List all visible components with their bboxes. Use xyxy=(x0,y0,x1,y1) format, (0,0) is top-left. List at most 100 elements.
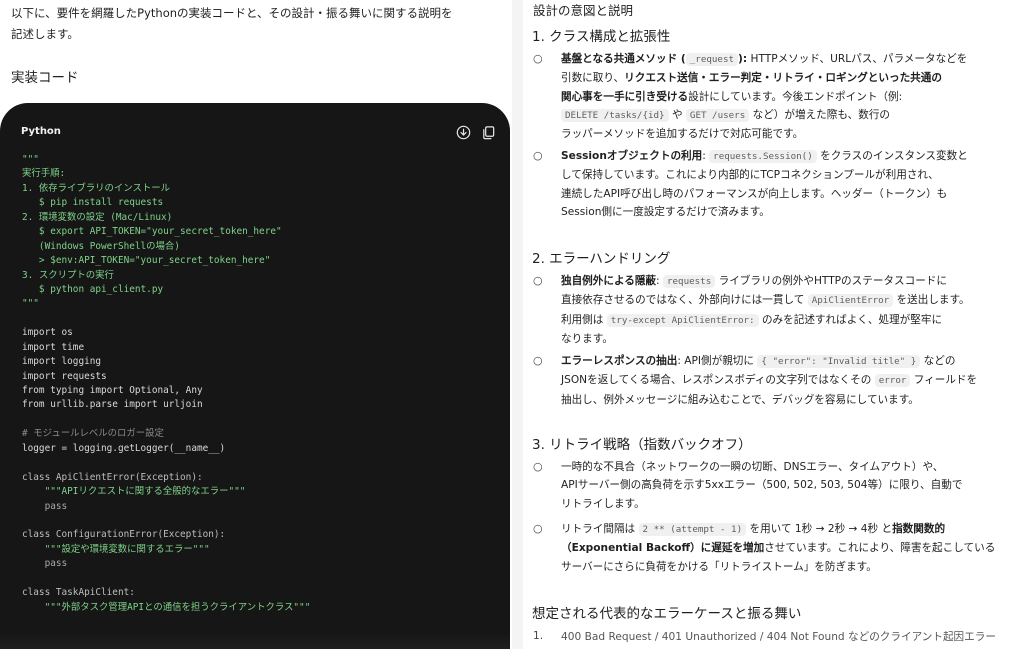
s3b1-t3: リトライします。 xyxy=(561,497,645,510)
code-line: """APIリクエストに関する全般的なエラー""" xyxy=(22,486,246,498)
right-chat-pane: 設計の意図と説明 1. クラス構成と拡張性 ○ 基盤となる共通メソッド (_re… xyxy=(523,0,1024,649)
code-actions xyxy=(456,125,496,140)
code-line: """設定や環境変数に関するエラー""" xyxy=(22,543,210,555)
section-heading-3: 3. リトライ戦略（指数バックオフ） xyxy=(532,437,752,453)
s1b1-t1: HTTPメソッド、URLパス、パラメータなどを xyxy=(747,53,968,65)
list-number: 1. xyxy=(533,630,544,642)
s2b1-t2: ライブラリの例外やHTTPのステータスコードに xyxy=(715,275,947,287)
s2b2-t1: : API側が親切に xyxy=(677,355,758,367)
s1b1-bold1-end: ): xyxy=(738,53,748,65)
s2b1-t4: を送出します。 xyxy=(893,294,970,307)
bullet-marker: ○ xyxy=(533,354,543,367)
s2b1-code3: try-except ApiClientError: xyxy=(606,313,759,327)
code-line: from urllib.parse import urljoin xyxy=(22,399,203,411)
code-line: 1. 依存ライブラリのインストール xyxy=(22,182,170,194)
s1b1-t2: 引数に取り、 xyxy=(561,72,625,85)
s1b2-code: requests.Session() xyxy=(709,150,817,163)
code-line: pass xyxy=(22,558,68,570)
code-content[interactable]: """ 実行手順: 1. 依存ライブラリのインストール $ pip install … xyxy=(22,153,310,615)
code-line: $ export API_TOKEN="your_secret_token_he… xyxy=(22,226,282,238)
s3b2-bold2: （Exponential Backoff）に遅延を増加 xyxy=(561,542,765,555)
download-icon[interactable] xyxy=(456,125,471,140)
s1b1-t5: など）が増えた際も、数行の xyxy=(749,108,891,121)
s1b1-bold1: 基盤となる共通メソッド ( xyxy=(561,53,686,65)
s2b2-t2: などの xyxy=(920,355,956,367)
s2b1-t3: 直接依存させるのではなく、外部向けには一貫して xyxy=(561,294,808,307)
s3b2-t3: させています。これにより、障害を起こしている xyxy=(764,542,996,555)
intro-line-2: 記述します。 xyxy=(11,27,79,41)
s1b2-t5: Session側に一度設定するだけで済みます。 xyxy=(561,205,770,218)
s2b2-t3: JSONを返してくる場合、レスポンスボディの文字列ではなくその xyxy=(561,374,875,387)
code-line: import requests xyxy=(22,370,107,382)
s2b2-code1: { "error": "Invalid title" } xyxy=(757,355,921,368)
code-line: (Windows PowerShellの場合) xyxy=(22,240,180,252)
code-line: from typing import Optional, Any xyxy=(22,385,203,396)
s2-bullet-2: エラーレスポンスの抽出: API側が親切に { "error": "Invali… xyxy=(561,352,1019,409)
section-heading-1: 1. クラス構成と拡張性 xyxy=(532,29,671,45)
s3b2-t1: リトライ間隔は xyxy=(561,523,639,535)
code-line: > $env:API_TOKEN="your_secret_token_here… xyxy=(22,255,271,267)
s1b1-code3: GET /users xyxy=(685,108,750,122)
s1b1-bold3: 関心事を一手に引き受ける xyxy=(561,90,689,103)
s3b2-bold1: 指数関数的 xyxy=(892,523,946,535)
s2b2-bold: エラーレスポンスの抽出 xyxy=(561,355,678,367)
code-line: import os xyxy=(22,327,73,339)
implementation-heading: 実装コード xyxy=(11,70,79,86)
bullet-marker: ○ xyxy=(533,149,543,162)
s2b1-t6: のみを記述すればよく、処理が堅牢に xyxy=(758,313,943,326)
code-line: logger = logging.getLogger(__name__) xyxy=(22,442,226,454)
s1b1-t3: 設計にしています。今後エンドポイント（例: xyxy=(688,90,903,103)
code-line: class TaskApiClient: xyxy=(22,587,135,599)
code-line: 実行手順: xyxy=(22,168,66,180)
code-line: """ xyxy=(22,298,39,310)
s2-bullet-1: 独自例外による隠蔽: requests ライブラリの例外やHTTPのステータスコ… xyxy=(561,272,1019,348)
s1b1-bold2: リクエスト送信・エラー判定・リトライ・ロギングといった共通の xyxy=(624,72,942,85)
code-line: import logging xyxy=(22,356,102,368)
s1-bullet-2: Sessionオブジェクトの利用: requests.Session() をクラ… xyxy=(561,147,1019,221)
s1b2-t4: 連続したAPI呼び出し時のパフォーマンスが向上します。ヘッダー（トークン）も xyxy=(561,187,948,200)
s2b2-t5: 抽出し、例外メッセージに組み込むことで、デバッグを容易にしています。 xyxy=(561,393,919,406)
design-title: 設計の意図と説明 xyxy=(533,3,634,18)
code-line: # モジュールレベルのロガー設定 xyxy=(22,428,164,440)
code-line: class ApiClientError(Exception): xyxy=(22,471,203,483)
code-line: """外部タスク管理APIとの通信を担うクライアントクラス""" xyxy=(22,601,311,613)
intro-text: 以下に、要件を網羅したPythonの実装コードと、その設計・振る舞いに関する説明… xyxy=(11,3,491,45)
code-line: class ConfigurationError(Exception): xyxy=(22,529,226,541)
bullet-marker: ○ xyxy=(533,522,543,535)
s2b1-t5: 利用側は xyxy=(561,313,607,326)
code-line: $ python api_client.py xyxy=(22,283,164,295)
s1-bullet-1: 基盤となる共通メソッド (_request): HTTPメソッド、URLパス、パ… xyxy=(561,50,1019,143)
s1b1-code1: _request xyxy=(685,53,739,66)
bullet-marker: ○ xyxy=(533,274,543,287)
code-line: 3. スクリプトの実行 xyxy=(22,269,114,281)
s3b1-t1: 一時的な不具合（ネットワークの一瞬の切断、DNSエラー、タイムアウト）や、 xyxy=(561,461,944,473)
s3-bullet-1: 一時的な不具合（ネットワークの一瞬の切断、DNSエラー、タイムアウト）や、 AP… xyxy=(561,458,1019,513)
error-case-item-1: 400 Bad Request / 401 Unauthorized / 404… xyxy=(561,631,996,643)
section-heading-4: 想定される代表的なエラーケースと振る舞い xyxy=(532,606,802,622)
s1b2-t3: して保持しています。これにより内部的にTCPコネクションプールが利用され、 xyxy=(561,169,939,182)
s3b2-t4: サーバーにさらに負荷をかける「リトライストーム」を防ぎます。 xyxy=(561,560,877,573)
s2b1-t7: なります。 xyxy=(561,332,613,345)
pane-divider[interactable] xyxy=(512,0,523,649)
s2b1-bold: 独自例外による隠蔽 xyxy=(561,275,657,287)
s1b2-bold: Sessionオブジェクトの利用 xyxy=(561,150,703,162)
s1b1-t4: や xyxy=(668,108,686,121)
code-fade-overlay xyxy=(0,633,510,649)
s3b2-code: 2 ** (attempt - 1) xyxy=(638,523,747,536)
s1b1-t6: ラッパーメソッドを追加するだけで対応可能です。 xyxy=(561,128,804,141)
code-language-label: Python xyxy=(21,126,61,137)
s2b1-code1: requests xyxy=(662,275,716,288)
s3b1-t2: APIサーバー側の高負荷を示す5xxエラー（500, 502, 503, 504… xyxy=(561,479,963,492)
bullet-marker: ○ xyxy=(533,52,543,65)
code-line: $ pip install requests xyxy=(22,197,164,209)
s2b2-t4: フィールドを xyxy=(910,374,978,387)
copy-icon[interactable] xyxy=(481,125,496,140)
s2b1-t1: : xyxy=(656,275,663,287)
left-chat-pane: 以下に、要件を網羅したPythonの実装コードと、その設計・振る舞いに関する説明… xyxy=(0,0,512,649)
s2b1-code2: ApiClientError xyxy=(807,294,894,308)
